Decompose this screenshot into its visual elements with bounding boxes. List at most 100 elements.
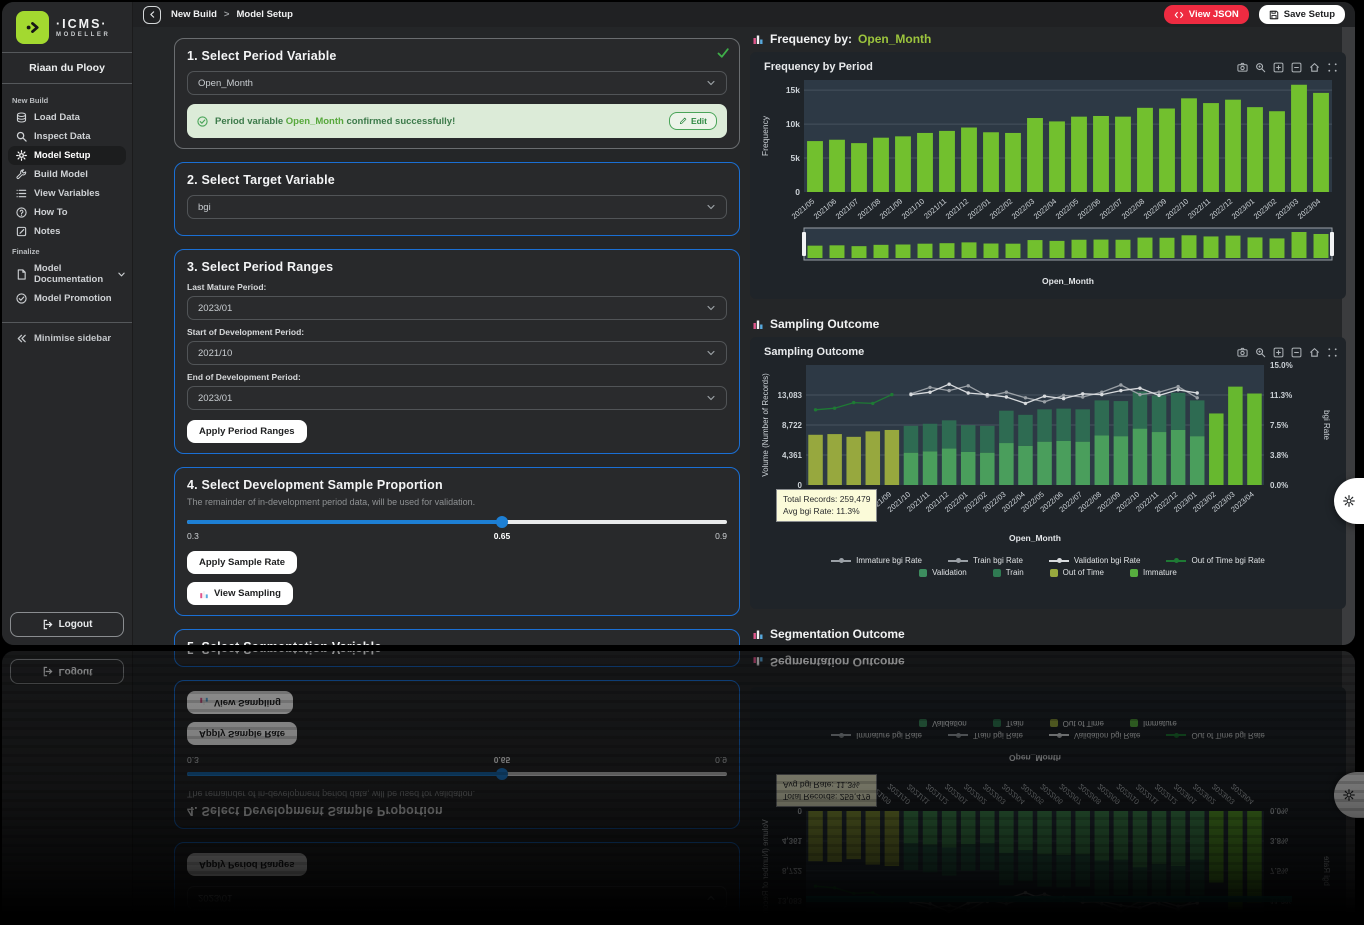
- chart-modebar: [1237, 62, 1338, 73]
- dev-end-label: End of Development Period:: [187, 372, 727, 382]
- camera-icon[interactable]: [1237, 62, 1248, 73]
- minimise-sidebar-button[interactable]: Minimise sidebar: [2, 323, 132, 354]
- sidebar-item-label: Inspect Data: [34, 131, 91, 142]
- apply-sample-rate-label: Apply Sample Rate: [199, 557, 285, 568]
- nav-section-new-build: New Build: [8, 90, 126, 108]
- logo-title: ·ICMS·: [56, 17, 110, 31]
- legend-item[interactable]: Validation: [919, 568, 967, 577]
- svg-text:2021/09: 2021/09: [878, 197, 905, 221]
- sidebar-item-inspect-data[interactable]: Inspect Data: [8, 127, 126, 146]
- svg-text:2022/01: 2022/01: [966, 197, 993, 221]
- edit-label: Edit: [691, 116, 707, 126]
- zoom-out-icon[interactable]: [1291, 62, 1302, 73]
- home-icon[interactable]: [1309, 347, 1320, 358]
- charts-column: Frequency by: Open_Month Frequency by Pe…: [750, 30, 1346, 645]
- legend-item[interactable]: Train bgi Rate: [948, 556, 1023, 565]
- zoom-icon[interactable]: [1255, 62, 1266, 73]
- svg-text:Open_Month: Open_Month: [1009, 533, 1061, 543]
- edit-button[interactable]: Edit: [669, 112, 717, 130]
- legend-item[interactable]: Train: [993, 568, 1024, 577]
- chevron-down-icon: [706, 78, 716, 88]
- last-mature-period-select[interactable]: 2023/01: [187, 296, 727, 320]
- zoom-in-icon[interactable]: [1273, 62, 1284, 73]
- apply-period-ranges-label: Apply Period Ranges: [199, 426, 295, 437]
- back-button[interactable]: [143, 6, 161, 24]
- confirmation-alert: Period variable Open_Month confirmed suc…: [187, 104, 727, 138]
- svg-text:2021/07: 2021/07: [834, 197, 861, 221]
- view-sampling-button[interactable]: View Sampling: [187, 582, 293, 605]
- svg-text:2023/03: 2023/03: [1274, 197, 1301, 221]
- apply-sample-rate-button[interactable]: Apply Sample Rate: [187, 551, 297, 574]
- chart-tooltip: Total Records: 259,479 Avg bgi Rate: 11.…: [776, 489, 877, 522]
- svg-text:Volume (Number of Records): Volume (Number of Records): [761, 373, 770, 477]
- save-setup-button[interactable]: Save Setup: [1259, 5, 1345, 24]
- period-variable-select[interactable]: Open_Month: [187, 71, 727, 95]
- slider-knob[interactable]: [496, 516, 508, 528]
- legend-item[interactable]: Out of Time bgi Rate: [1166, 556, 1264, 565]
- svg-text:2021/10: 2021/10: [900, 197, 927, 221]
- sidebar-item-model-setup[interactable]: Model Setup: [8, 146, 126, 165]
- zoom-in-icon[interactable]: [1273, 347, 1284, 358]
- sample-proportion-slider[interactable]: [187, 515, 727, 529]
- document-icon: [16, 269, 27, 280]
- segmentation-header-label: Segmentation Outcome: [770, 627, 905, 641]
- svg-text:15k: 15k: [786, 85, 800, 95]
- sampling-stacked-chart[interactable]: 04,3618,72213,0830.0%3.8%7.5%11.3%15.0%2…: [758, 361, 1338, 552]
- svg-text:2021/06: 2021/06: [812, 197, 839, 221]
- dev-end-select[interactable]: 2023/01: [187, 386, 727, 410]
- target-variable-select[interactable]: bgi: [187, 195, 727, 219]
- sidebar-nav: New Build Load Data Inspect Data Model S…: [2, 84, 132, 308]
- view-json-button[interactable]: View JSON: [1164, 5, 1249, 24]
- legend-item[interactable]: Validation bgi Rate: [1049, 556, 1141, 565]
- zoom-icon[interactable]: [1255, 347, 1266, 358]
- sidebar-item-how-to[interactable]: How To: [8, 203, 126, 222]
- wrench-icon: [16, 169, 27, 180]
- reflection-fade: [0, 649, 1364, 925]
- svg-text:2023/01: 2023/01: [1230, 197, 1257, 221]
- sidebar-item-load-data[interactable]: Load Data: [8, 108, 126, 127]
- dev-start-select[interactable]: 2021/10: [187, 341, 727, 365]
- segmentation-chart-header: Segmentation Outcome: [752, 627, 1346, 641]
- sidebar-item-build-model[interactable]: Build Model: [8, 165, 126, 184]
- legend-item[interactable]: Immature: [1130, 568, 1177, 577]
- legend-item[interactable]: Out of Time: [1050, 568, 1104, 577]
- dev-start-label: Start of Development Period:: [187, 327, 727, 337]
- slider-value-label: 0.65: [494, 531, 511, 541]
- app-surface: ·ICMS· MODELLER Riaan du Plooy New Build…: [2, 2, 1355, 645]
- slider-max-label: 0.9: [715, 531, 727, 541]
- home-icon[interactable]: [1309, 62, 1320, 73]
- svg-text:2022/05: 2022/05: [1054, 197, 1081, 221]
- chart-title: Sampling Outcome: [764, 346, 864, 358]
- camera-icon[interactable]: [1237, 347, 1248, 358]
- svg-text:2023/02: 2023/02: [1252, 197, 1279, 221]
- check-circle-icon: [197, 116, 208, 127]
- mini-bar-chart-icon: [752, 33, 764, 45]
- svg-text:5k: 5k: [791, 153, 801, 163]
- autoscale-icon[interactable]: [1327, 62, 1338, 73]
- legend-item[interactable]: Immature bgi Rate: [831, 556, 922, 565]
- svg-text:2022/07: 2022/07: [1098, 197, 1125, 221]
- chevron-down-icon: [706, 303, 716, 313]
- slider-min-label: 0.3: [187, 531, 199, 541]
- sidebar-item-notes[interactable]: Notes: [8, 222, 126, 241]
- sidebar-item-model-documentation[interactable]: Model Documentation: [8, 259, 126, 289]
- zoom-out-icon[interactable]: [1291, 347, 1302, 358]
- breadcrumb-root[interactable]: New Build: [171, 9, 217, 20]
- apply-period-ranges-button[interactable]: Apply Period Ranges: [187, 420, 307, 443]
- autoscale-icon[interactable]: [1327, 347, 1338, 358]
- sidebar-item-model-promotion[interactable]: Model Promotion: [8, 289, 126, 308]
- sidebar-item-label: Build Model: [34, 169, 88, 180]
- logout-button[interactable]: Logout: [10, 612, 124, 637]
- sampling-chart-legend: Immature bgi Rate Train bgi Rate Validatio…: [758, 556, 1338, 577]
- svg-text:2022/09: 2022/09: [1142, 197, 1169, 221]
- frequency-bar-chart[interactable]: 05k10k15k2021/052021/062021/072021/08202…: [758, 76, 1338, 295]
- card-select-period-ranges: 3. Select Period Ranges Last Mature Peri…: [174, 249, 740, 454]
- code-icon: [1174, 10, 1184, 20]
- chart-icon: [199, 589, 209, 599]
- chart-modebar: [1237, 347, 1338, 358]
- last-mature-period-label: Last Mature Period:: [187, 282, 727, 292]
- svg-text:8,722: 8,722: [782, 421, 803, 430]
- svg-text:Open_Month: Open_Month: [1042, 276, 1094, 286]
- sidebar-item-label: Model Setup: [34, 150, 90, 161]
- sidebar-item-view-variables[interactable]: View Variables: [8, 184, 126, 203]
